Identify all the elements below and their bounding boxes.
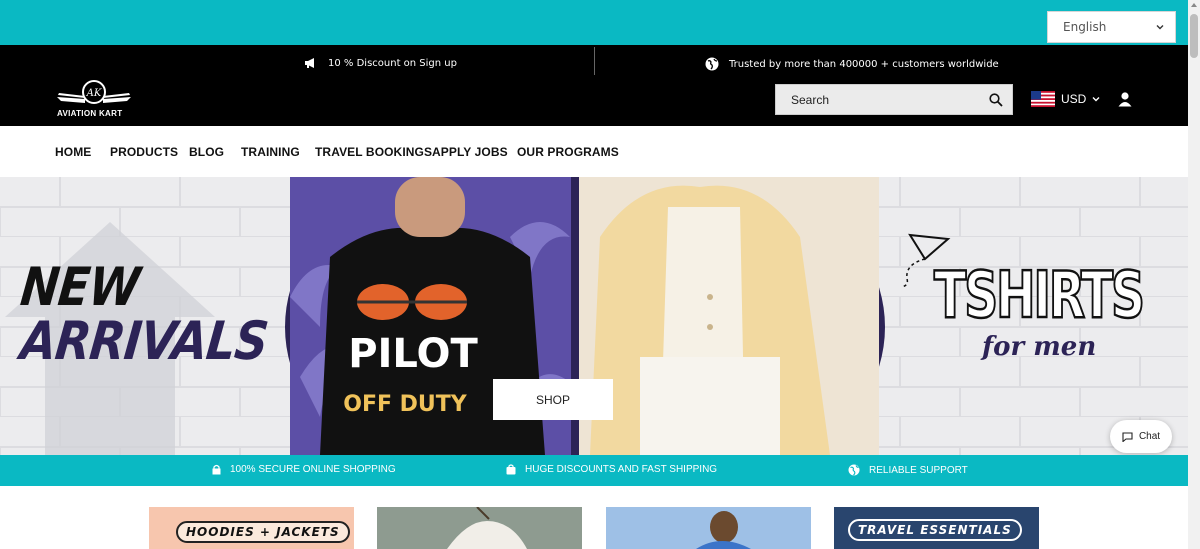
svg-text:PILOT: PILOT [348, 331, 478, 377]
promo-signup: 10 % Discount on Sign up [304, 57, 457, 69]
megaphone-icon [305, 58, 314, 68]
tshirts-heading: TSHIRTS [933, 259, 1146, 333]
logo-text: AVIATION KART [57, 109, 123, 118]
lock-icon [212, 464, 221, 475]
nav-apply-jobs[interactable]: APPLY JOBS [432, 145, 508, 159]
category-tile-2[interactable] [377, 507, 582, 549]
new-arrivals-heading-line1: NEW [17, 255, 143, 318]
scrollbar-thumb[interactable] [1190, 14, 1198, 58]
nav-home[interactable]: HOME [55, 145, 91, 159]
language-select[interactable]: English [1047, 11, 1176, 43]
feature-secure: 100% SECURE ONLINE SHOPPING [212, 464, 396, 475]
user-icon[interactable] [1117, 91, 1133, 107]
feature-support: RELIABLE SUPPORT [848, 464, 968, 476]
category-image [377, 507, 582, 549]
search-icon[interactable] [989, 92, 1003, 107]
features-strip: 100% SECURE ONLINE SHOPPING HUGE DISCOUN… [0, 455, 1200, 486]
nav-blog[interactable]: BLOG [189, 145, 224, 159]
promo-trusted-text: Trusted by more than 400000 + customers … [729, 58, 999, 70]
svg-text:OFF DUTY: OFF DUTY [343, 392, 468, 417]
scroll-up-arrow-icon[interactable] [1191, 3, 1197, 7]
scrollbar[interactable] [1188, 0, 1200, 549]
shop-button[interactable]: SHOP [493, 379, 613, 420]
category-tile-3[interactable] [606, 507, 811, 549]
top-bar: English [0, 0, 1200, 45]
category-tile-hoodies[interactable]: HOODIES + JACKETS [149, 507, 354, 549]
language-select-value: English [1063, 20, 1107, 34]
globe-icon [705, 57, 719, 71]
chat-label: Chat [1138, 431, 1161, 442]
search-input[interactable] [791, 92, 971, 107]
hero-banner: PILOT OFF DUTY NEW ARRIVALS TSHIRTS for … [0, 177, 1200, 455]
feature-secure-label: 100% SECURE ONLINE SHOPPING [230, 464, 396, 475]
main-nav: HOME PRODUCTS BLOG TRAINING TRAVEL BOOKI… [0, 126, 1200, 177]
feature-discounts-label: HUGE DISCOUNTS AND FAST SHIPPING [525, 464, 718, 475]
nav-travel-bookings[interactable]: TRAVEL BOOKINGS [315, 145, 432, 159]
feature-support-label: RELIABLE SUPPORT [869, 464, 968, 476]
nav-products[interactable]: PRODUCTS [110, 145, 178, 159]
page: English 10 % Discount on Sign up Trusted… [0, 0, 1200, 549]
divider [594, 47, 595, 75]
bag-icon [506, 464, 516, 475]
currency-select[interactable]: USD [1031, 91, 1100, 107]
promo-signup-text: 10 % Discount on Sign up [328, 57, 457, 69]
header: 10 % Discount on Sign up Trusted by more… [0, 45, 1200, 126]
for-men-subheading: for men [982, 332, 1097, 362]
category-label: HOODIES + JACKETS [176, 521, 350, 543]
promo-trusted: Trusted by more than 400000 + customers … [705, 57, 999, 71]
new-arrivals-heading-line2: ARRIVALS [17, 309, 271, 372]
nav-our-programs[interactable]: OUR PROGRAMS [517, 145, 619, 159]
category-image [606, 507, 811, 549]
chat-bubble-icon [1122, 431, 1133, 442]
search-bar [775, 84, 1013, 115]
currency-label: USD [1061, 92, 1087, 106]
category-tile-travel-essentials[interactable]: TRAVEL ESSENTIALS [834, 507, 1039, 549]
category-label: TRAVEL ESSENTIALS [848, 519, 1022, 541]
chat-button[interactable]: Chat [1110, 420, 1172, 453]
us-flag-icon [1031, 91, 1055, 107]
chevron-down-icon [1092, 97, 1100, 102]
feature-discounts: HUGE DISCOUNTS AND FAST SHIPPING [506, 464, 717, 475]
globe-icon [848, 464, 860, 476]
svg-text:AK: AK [86, 88, 102, 99]
nav-training[interactable]: TRAINING [241, 145, 300, 159]
chevron-down-icon [1156, 25, 1164, 30]
